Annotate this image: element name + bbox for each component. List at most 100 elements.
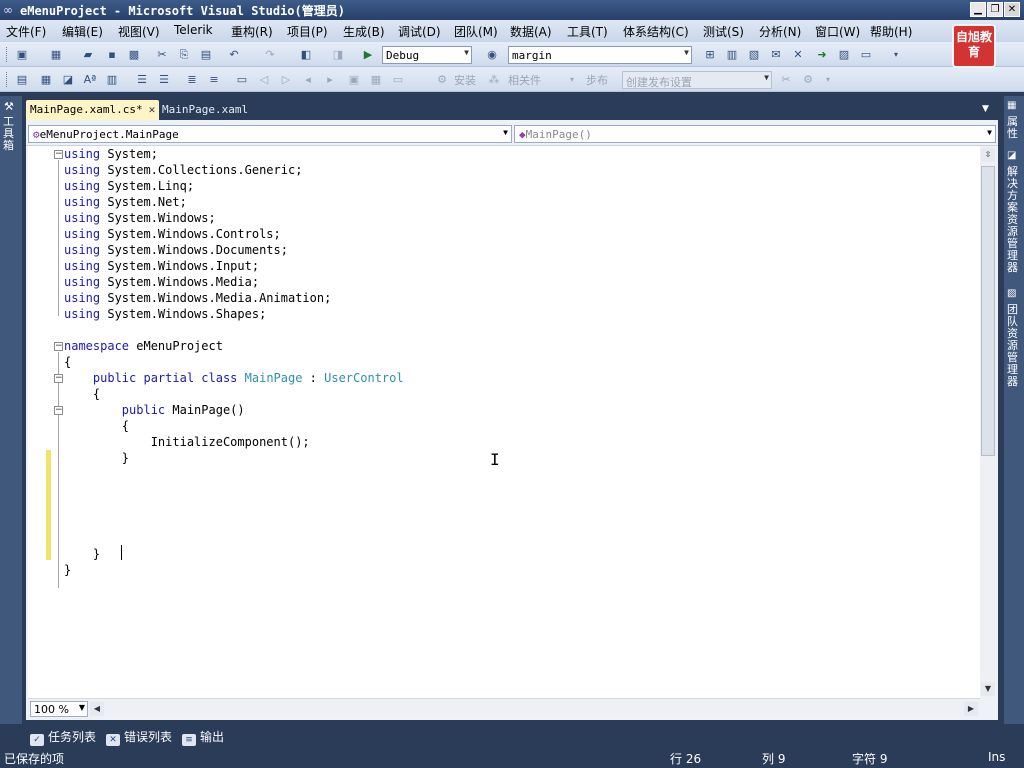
- scroll-left-icon[interactable]: ◀: [90, 702, 104, 716]
- copy-icon[interactable]: ⎘: [176, 47, 192, 62]
- clear-bookmarks-icon[interactable]: ▣: [346, 72, 362, 87]
- new-project-icon[interactable]: ▣: [14, 47, 30, 62]
- next-bookmark-in-folder-icon[interactable]: ▸: [322, 72, 338, 87]
- publish-settings-dropdown[interactable]: 创建发布设置 ▼: [622, 71, 772, 89]
- toolbar-overflow-icon[interactable]: ▾: [888, 47, 904, 62]
- options-icon[interactable]: ▭: [858, 47, 874, 62]
- find-dropdown[interactable]: margin ▼: [508, 46, 692, 64]
- parameter-info-icon[interactable]: ▦: [38, 72, 54, 87]
- command-window-icon[interactable]: ▨: [836, 47, 852, 62]
- add-item-icon[interactable]: ▦: [48, 47, 64, 62]
- install-icon[interactable]: ⚙: [434, 72, 450, 87]
- class-dropdown[interactable]: ⚙eMenuProject.MainPage ▼: [28, 125, 512, 143]
- restore-button[interactable]: ❐: [987, 2, 1003, 17]
- split-window-icon[interactable]: ⇳: [981, 148, 995, 162]
- toolbar-overflow-icon[interactable]: ▾: [820, 72, 836, 87]
- menu-tools[interactable]: 工具(T): [567, 23, 608, 40]
- quick-info-icon[interactable]: ◪: [60, 72, 76, 87]
- task-list-tab[interactable]: ✓ 任务列表: [30, 728, 96, 746]
- error-list-tab[interactable]: ✕ 错误列表: [106, 728, 172, 746]
- toolbox-tab-label[interactable]: 工具箱: [3, 116, 17, 152]
- extension-manager-icon[interactable]: ✕: [790, 47, 806, 62]
- menu-edit[interactable]: 编辑(E): [62, 23, 103, 40]
- start-debugging-icon[interactable]: ▶: [360, 47, 376, 62]
- collapse-method-icon[interactable]: −: [54, 406, 63, 415]
- find-in-files-icon[interactable]: ◉: [484, 47, 500, 62]
- publish-icon[interactable]: ✂: [778, 72, 794, 87]
- display-object-member-list-icon[interactable]: ▤: [14, 72, 30, 87]
- solution-explorer-tab-label[interactable]: 解决方案资源管理器: [1007, 166, 1021, 274]
- increase-indent-icon[interactable]: ☰: [156, 72, 172, 87]
- start-page-icon[interactable]: ➜: [814, 47, 830, 62]
- bookmark-icon[interactable]: ▭: [234, 72, 250, 87]
- menu-file[interactable]: 文件(F): [6, 23, 46, 40]
- undo-icon[interactable]: ↶: [226, 47, 242, 62]
- code-editor[interactable]: − − − − using System; using System.Collec…: [28, 146, 980, 698]
- close-button[interactable]: ✕: [1004, 2, 1020, 17]
- cut-icon[interactable]: ✂: [154, 47, 170, 62]
- object-browser-icon[interactable]: ▧: [746, 47, 762, 62]
- menu-help[interactable]: 帮助(H): [870, 23, 912, 40]
- collapse-namespace-icon[interactable]: −: [54, 342, 63, 351]
- menu-test[interactable]: 测试(S): [703, 23, 744, 40]
- close-tab-icon[interactable]: ✕: [149, 103, 156, 116]
- properties-tab-label[interactable]: 属性: [1007, 116, 1021, 140]
- toolbox-icon[interactable]: ⚒: [4, 100, 14, 113]
- next-bookmark-icon[interactable]: ▷: [278, 72, 294, 87]
- complete-word-icon[interactable]: Aª: [82, 72, 98, 87]
- scroll-down-icon[interactable]: ▼: [981, 682, 995, 696]
- previous-bookmark-in-folder-icon[interactable]: ◂: [300, 72, 316, 87]
- solution-explorer-icon[interactable]: ⊞: [702, 47, 718, 62]
- step-label[interactable]: 步布: [586, 72, 608, 88]
- properties-window-icon[interactable]: ▥: [724, 47, 740, 62]
- chevron-down-icon[interactable]: ▾: [564, 72, 580, 87]
- save-all-icon[interactable]: ▩: [126, 47, 142, 62]
- bookmark-window-icon[interactable]: ▦: [368, 72, 384, 87]
- menu-refactor[interactable]: 重构(R): [231, 23, 273, 40]
- related-files-icon[interactable]: ⁂: [486, 72, 502, 87]
- solution-config-dropdown[interactable]: Debug ▼: [382, 46, 472, 64]
- toolbar-grip[interactable]: [6, 47, 9, 62]
- menu-data[interactable]: 数据(A): [510, 23, 552, 40]
- menu-architecture[interactable]: 体系结构(C): [623, 23, 689, 40]
- menu-telerik[interactable]: Telerik: [174, 23, 213, 37]
- code-text: System.Collections.Generic;: [100, 163, 303, 177]
- menu-team[interactable]: 团队(M): [454, 23, 498, 40]
- uncomment-lines-icon[interactable]: ≡: [206, 72, 222, 87]
- menu-analyze[interactable]: 分析(N): [759, 23, 801, 40]
- menu-window[interactable]: 窗口(W): [815, 23, 860, 40]
- open-file-icon[interactable]: ▰: [80, 47, 96, 62]
- collapse-class-icon[interactable]: −: [54, 374, 63, 383]
- minimize-button[interactable]: ▁: [970, 2, 986, 17]
- toolbar-grip[interactable]: [6, 72, 9, 87]
- menu-project[interactable]: 项目(P): [287, 23, 328, 40]
- toolbox-icon[interactable]: ✉: [768, 47, 784, 62]
- vertical-scrollbar[interactable]: ⇳ ▼: [980, 146, 996, 698]
- install-label[interactable]: 安装: [454, 72, 476, 88]
- save-icon[interactable]: ▪: [104, 47, 120, 62]
- output-tab[interactable]: ≡ 输出: [182, 728, 224, 746]
- scroll-right-icon[interactable]: ▶: [964, 702, 978, 716]
- tab-mainpage-xaml[interactable]: MainPage.xaml: [158, 100, 252, 120]
- scroll-thumb[interactable]: [981, 166, 995, 456]
- member-dropdown[interactable]: ◆MainPage() ▼: [514, 125, 996, 143]
- menu-build[interactable]: 生成(B): [343, 23, 385, 40]
- collapse-usings-icon[interactable]: −: [54, 150, 63, 159]
- menu-debug[interactable]: 调试(D): [398, 23, 441, 40]
- toggle-bookmark-icon[interactable]: ▥: [104, 72, 120, 87]
- zoom-dropdown[interactable]: 100 % ▼: [30, 701, 88, 717]
- previous-bookmark-icon[interactable]: ◁: [256, 72, 272, 87]
- menu-view[interactable]: 视图(V): [118, 23, 160, 40]
- tab-list-icon[interactable]: ▼: [982, 104, 989, 114]
- paste-icon[interactable]: ▤: [198, 47, 214, 62]
- decrease-indent-icon[interactable]: ☰: [134, 72, 150, 87]
- navigate-back-icon[interactable]: ◧: [298, 47, 314, 62]
- comment-lines-icon[interactable]: ≣: [184, 72, 200, 87]
- navigate-forward-icon[interactable]: ◨: [330, 47, 346, 62]
- bookmark-overflow-icon[interactable]: ▭: [390, 72, 406, 87]
- publish-web-icon[interactable]: ⚙: [800, 72, 816, 87]
- redo-icon[interactable]: ↷: [262, 47, 278, 62]
- team-explorer-tab-label[interactable]: 团队资源管理器: [1007, 304, 1021, 388]
- tab-mainpage-xaml-cs[interactable]: MainPage.xaml.cs* ✕: [26, 100, 160, 120]
- related-files-label[interactable]: 相关件: [508, 72, 541, 88]
